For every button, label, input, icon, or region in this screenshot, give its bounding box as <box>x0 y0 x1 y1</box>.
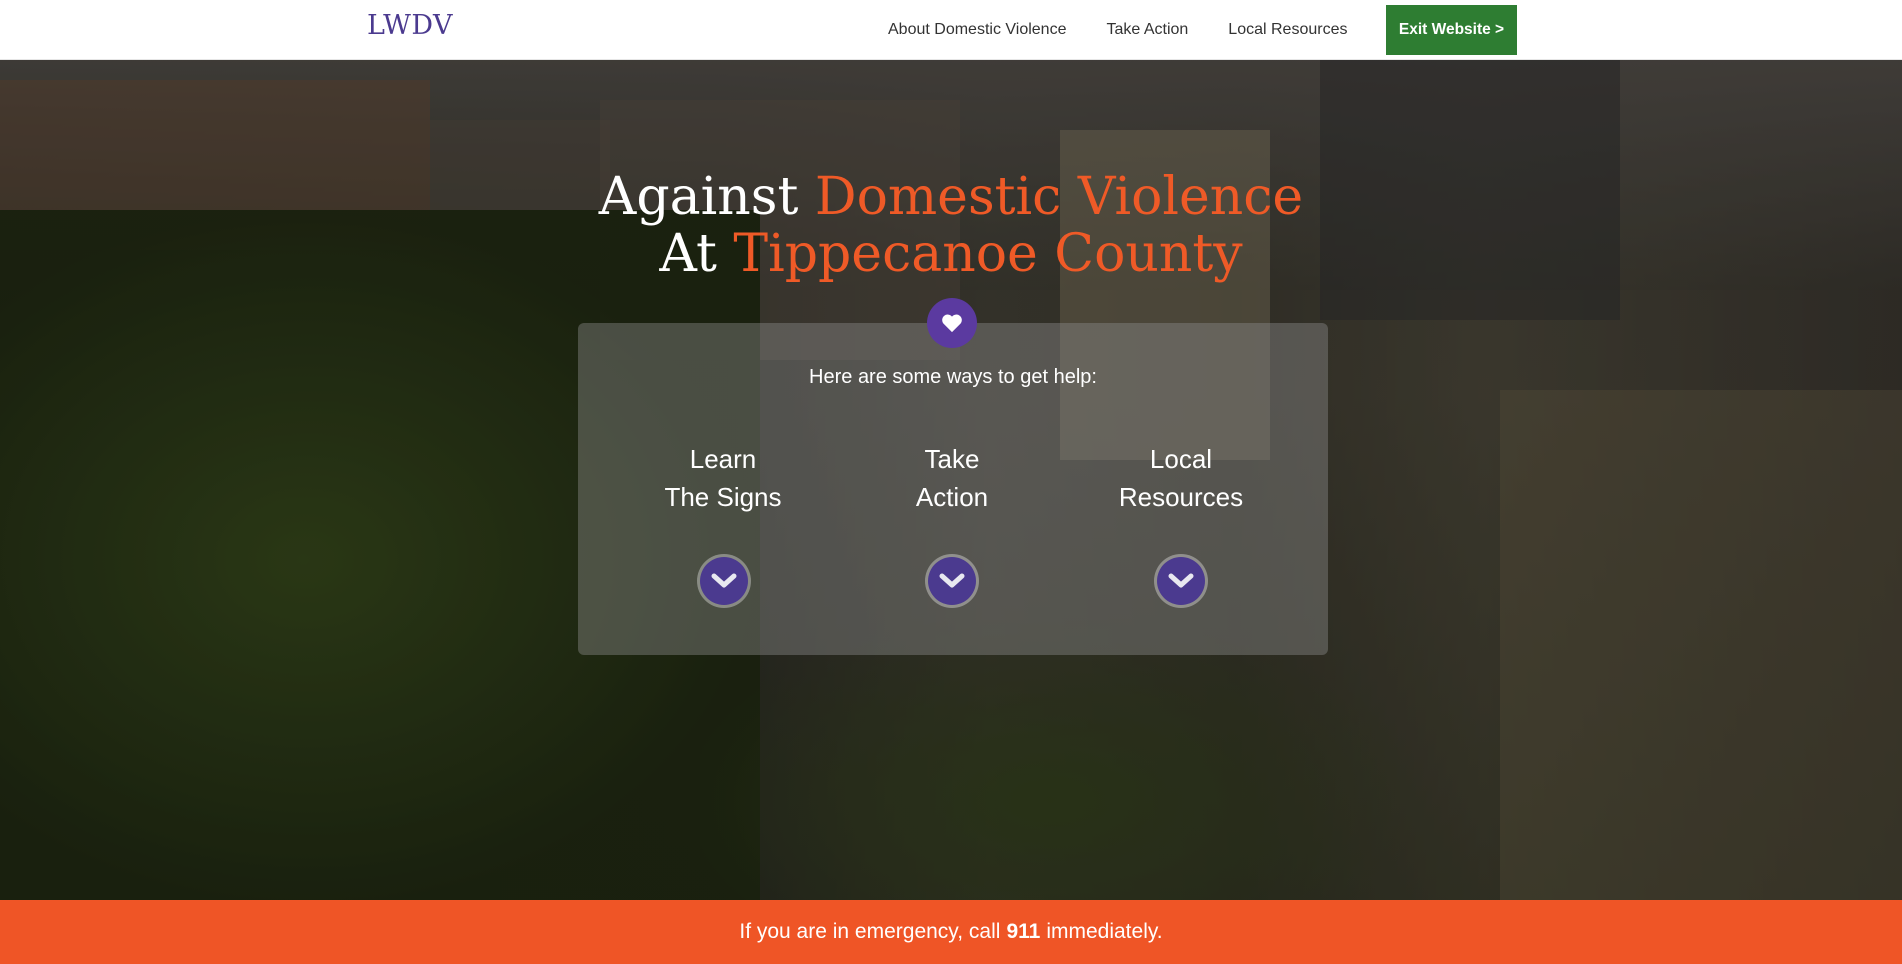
heart-icon <box>942 314 962 333</box>
nav-about-domestic-violence[interactable]: About Domestic Violence <box>888 21 1066 39</box>
exit-website-button[interactable]: Exit Website > <box>1386 5 1517 55</box>
site-header: LWDV About Domestic Violence Take Action… <box>0 0 1902 60</box>
chevron-down-icon[interactable] <box>1157 557 1205 605</box>
hero-title-accent: Domestic Violence <box>814 167 1304 227</box>
hero-title-line-1: Against Domestic Violence <box>0 168 1902 226</box>
hero-title-plain: At <box>659 224 717 284</box>
chevron-down-icon[interactable] <box>928 557 976 605</box>
emergency-text-before: If you are in emergency, call <box>739 920 1001 943</box>
emergency-banner: If you are in emergency, call 911 immedi… <box>0 900 1902 964</box>
nav-local-resources[interactable]: Local Resources <box>1228 21 1347 39</box>
option-label-line-1: Local <box>1149 444 1213 474</box>
help-panel-subtitle: Here are some ways to get help: <box>809 366 1097 388</box>
main-nav: About Domestic Violence Take Action Loca… <box>888 0 1387 60</box>
heart-icon <box>927 298 977 348</box>
option-label-line-1: Take <box>924 444 980 474</box>
option-local-resources[interactable]: Local Resources <box>1081 440 1281 516</box>
option-label-line-2: Action <box>915 482 989 512</box>
hero-title-plain: Against <box>598 167 799 227</box>
hero-title-accent: Tippecanoe County <box>733 224 1243 284</box>
emergency-number[interactable]: 911 <box>1006 920 1040 944</box>
option-take-action[interactable]: Take Action <box>852 440 1052 516</box>
site-logo[interactable]: LWDV <box>367 10 453 41</box>
chevron-down-icon[interactable] <box>700 557 748 605</box>
emergency-text-after: immediately. <box>1046 920 1163 943</box>
option-label-line-2: Resources <box>1118 482 1244 512</box>
nav-take-action[interactable]: Take Action <box>1106 21 1188 39</box>
option-label-line-2: The Signs <box>664 482 782 512</box>
hero-title-line-2: At Tippecanoe County <box>0 225 1902 283</box>
option-label-line-1: Learn <box>689 444 757 474</box>
option-learn-the-signs[interactable]: Learn The Signs <box>623 440 823 516</box>
